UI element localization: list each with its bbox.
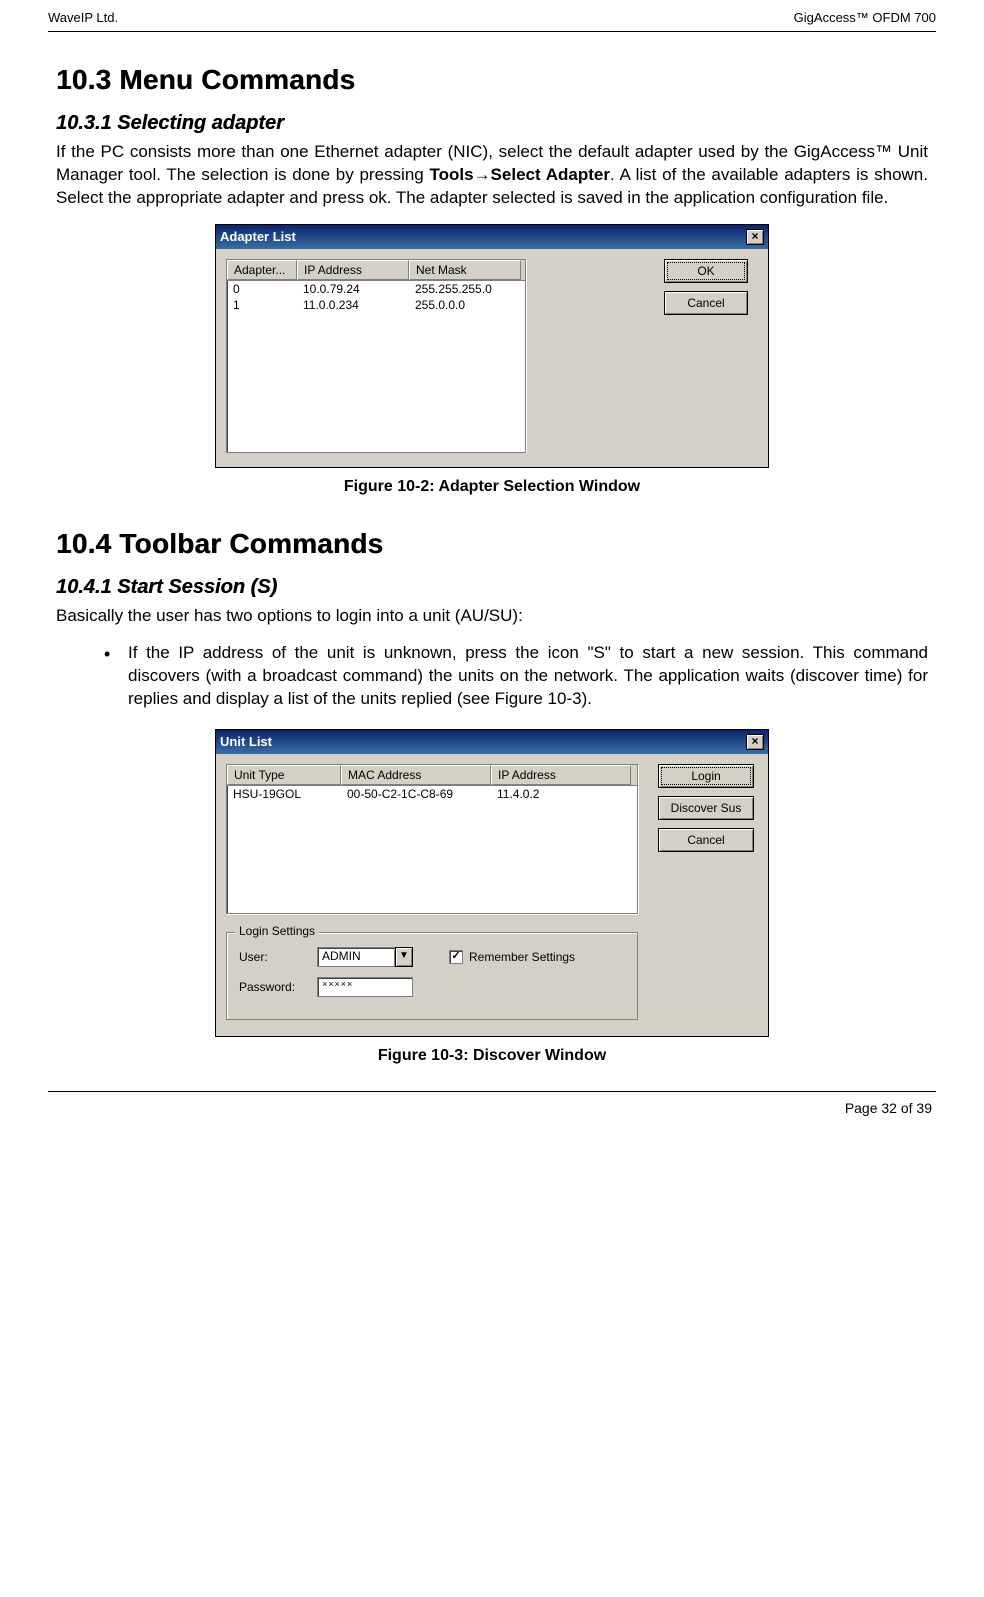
unit-list-dialog: Unit List × Login Discover Sus Cancel Un…: [215, 729, 769, 1037]
close-icon[interactable]: ×: [746, 229, 764, 245]
col-ip[interactable]: IP Address: [491, 765, 631, 785]
heading-10-4: 10.4 Toolbar Commands: [56, 528, 928, 560]
header-right: GigAccess™ OFDM 700: [794, 10, 936, 25]
col-mac[interactable]: MAC Address: [341, 765, 491, 785]
para-10-3-1: If the PC consists more than one Etherne…: [56, 141, 928, 210]
chevron-down-icon[interactable]: ▼: [395, 947, 413, 967]
table-row[interactable]: 0 10.0.79.24 255.255.255.0: [227, 281, 525, 297]
unit-listbox[interactable]: Unit Type MAC Address IP Address HSU-19G…: [226, 764, 638, 914]
login-button[interactable]: Login: [658, 764, 754, 788]
checkbox-icon: ✓: [449, 950, 463, 964]
ok-button[interactable]: OK: [664, 259, 748, 283]
subheading-10-3-1: 10.3.1 Selecting adapter: [56, 112, 928, 135]
header-left: WaveIP Ltd.: [48, 10, 118, 25]
table-row[interactable]: HSU-19GOL 00-50-C2-1C-C8-69 11.4.0.2: [227, 786, 637, 802]
figure-10-3-caption: Figure 10-3: Discover Window: [56, 1047, 928, 1065]
login-legend: Login Settings: [235, 924, 319, 938]
login-settings-group: Login Settings User: ADMIN ▼ ✓ Remember …: [226, 932, 638, 1020]
remember-label: Remember Settings: [469, 950, 575, 964]
page-number: Page 32 of 39: [845, 1100, 932, 1116]
col-unit-type[interactable]: Unit Type: [227, 765, 341, 785]
discover-button[interactable]: Discover Sus: [658, 796, 754, 820]
titlebar[interactable]: Unit List ×: [216, 730, 768, 754]
figure-10-2-caption: Figure 10-2: Adapter Selection Window: [56, 478, 928, 496]
arrow-icon: →: [474, 165, 491, 184]
remember-settings-checkbox[interactable]: ✓ Remember Settings: [449, 950, 575, 964]
titlebar[interactable]: Adapter List ×: [216, 225, 768, 249]
user-combobox[interactable]: ADMIN ▼: [317, 947, 413, 967]
cancel-button[interactable]: Cancel: [658, 828, 754, 852]
heading-10-3: 10.3 Menu Commands: [56, 64, 928, 96]
subheading-10-4-1: 10.4.1 Start Session (S): [56, 576, 928, 599]
password-label: Password:: [239, 980, 307, 994]
bullet-discover: If the IP address of the unit is unknown…: [104, 642, 928, 711]
adapter-listbox[interactable]: Adapter... IP Address Net Mask 0 10.0.79…: [226, 259, 526, 453]
col-netmask[interactable]: Net Mask: [409, 260, 521, 280]
para-10-4-intro: Basically the user has two options to lo…: [56, 605, 928, 628]
cancel-button[interactable]: Cancel: [664, 291, 748, 315]
user-label: User:: [239, 950, 307, 964]
col-adapter[interactable]: Adapter...: [227, 260, 297, 280]
menu-path-tools: Tools: [429, 165, 473, 184]
close-icon[interactable]: ×: [746, 734, 764, 750]
menu-path-select-adapter: Select Adapter: [491, 165, 610, 184]
adapter-list-dialog: Adapter List × OK Cancel Adapter... IP A…: [215, 224, 769, 468]
table-row[interactable]: 1 11.0.0.234 255.0.0.0: [227, 297, 525, 313]
user-value: ADMIN: [317, 947, 395, 967]
dialog-title: Unit List: [220, 734, 272, 749]
dialog-title: Adapter List: [220, 229, 296, 244]
col-ip[interactable]: IP Address: [297, 260, 409, 280]
password-field[interactable]: ×××××: [317, 977, 413, 997]
